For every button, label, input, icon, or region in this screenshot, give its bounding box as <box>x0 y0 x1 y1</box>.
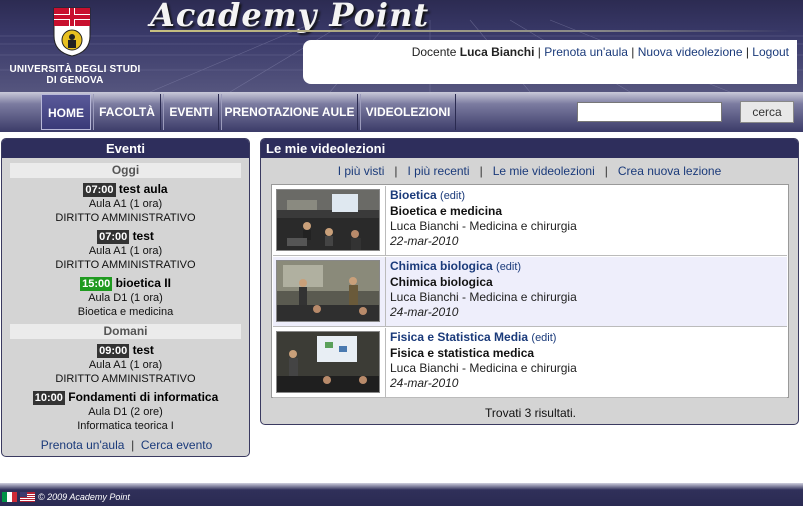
lesson-subject: Fisica e statistica medica <box>390 346 535 360</box>
event-room: Aula A1 (1 ora) <box>88 245 163 257</box>
event-course: Bioetica e medicina <box>77 306 174 318</box>
lesson-list: Bioetica (edit) Bioetica e medicina Luca… <box>271 184 789 398</box>
tab-faculty[interactable]: FACOLTÀ <box>93 94 161 130</box>
header: UNIVERSITÀ DEGLI STUDI DI GENOVA Academy… <box>0 0 803 92</box>
brand-logo[interactable]: Academy Point <box>150 0 429 34</box>
search-input[interactable] <box>577 102 722 122</box>
lesson-thumbnail[interactable] <box>276 260 380 322</box>
user-box: Docente Luca Bianchi | Prenota un'aula |… <box>303 40 797 84</box>
footer: © 2009 Academy Point <box>0 483 803 506</box>
edit-link[interactable]: (edit) <box>440 190 465 202</box>
lesson-date: 24-mar-2010 <box>390 305 459 319</box>
event-title[interactable]: test <box>133 343 154 357</box>
user-role: Docente <box>411 45 457 59</box>
lesson-info: Bioetica (edit) Bioetica e medicina Luca… <box>390 188 577 249</box>
lesson-row[interactable]: Fisica e Statistica Media (edit) Fisica … <box>273 328 787 398</box>
video-lessons-panel: Le mie videolezioni I più visti | I più … <box>260 138 799 425</box>
tab-room-booking[interactable]: PRENOTAZIONE AULE <box>221 94 358 130</box>
user-bar: Docente Luca Bianchi | Prenota un'aula |… <box>411 45 789 59</box>
event-item[interactable]: 10:00 Fondamenti di informatica Aula D1 … <box>2 390 249 433</box>
university-name: UNIVERSITÀ DEGLI STUDI DI GENOVA <box>9 64 141 86</box>
event-room: Aula A1 (1 ora) <box>88 359 163 371</box>
edit-link[interactable]: (edit) <box>496 261 521 273</box>
edit-link[interactable]: (edit) <box>531 332 556 344</box>
event-title[interactable]: bioetica II <box>116 276 171 290</box>
row-divider <box>385 257 386 327</box>
event-time-badge: 09:00 <box>97 344 130 358</box>
lesson-date: 24-mar-2010 <box>390 376 459 390</box>
event-item[interactable]: 07:00 test aula Aula A1 (1 ora) DIRITTO … <box>2 182 249 225</box>
event-course: DIRITTO AMMINISTRATIVO <box>55 259 196 271</box>
lesson-row[interactable]: Bioetica (edit) Bioetica e medicina Luca… <box>273 186 787 256</box>
brand-underline <box>150 30 790 32</box>
event-course: DIRITTO AMMINISTRATIVO <box>55 212 196 224</box>
create-lesson-link[interactable]: Crea nuova lezione <box>618 164 721 178</box>
lesson-title-link[interactable]: Fisica e Statistica Media <box>390 330 528 344</box>
event-title[interactable]: test aula <box>119 182 168 196</box>
lesson-info: Fisica e Statistica Media (edit) Fisica … <box>390 330 577 391</box>
event-item[interactable]: 09:00 test Aula A1 (1 ora) DIRITTO AMMIN… <box>2 343 249 386</box>
event-room: Aula A1 (1 ora) <box>88 198 163 210</box>
row-divider <box>385 328 386 398</box>
search-event-link[interactable]: Cerca evento <box>141 438 212 452</box>
filter-my-lessons[interactable]: Le mie videolezioni <box>493 164 595 178</box>
event-time-badge: 07:00 <box>97 230 130 244</box>
lesson-author: Luca Bianchi - Medicina e chirurgia <box>390 219 577 233</box>
copyright-text: © 2009 Academy Point <box>38 492 130 502</box>
lesson-info: Chimica biologica (edit) Chimica biologi… <box>390 259 577 320</box>
events-footer-links: Prenota un'aula | Cerca evento <box>40 438 213 452</box>
lesson-thumbnail[interactable] <box>276 331 380 393</box>
event-title[interactable]: test <box>133 229 154 243</box>
lesson-subject: Bioetica e medicina <box>390 204 503 218</box>
search-button[interactable]: cerca <box>740 101 794 123</box>
event-time-badge: 07:00 <box>83 183 116 197</box>
tab-video-lessons[interactable]: VIDEOLEZIONI <box>360 94 456 130</box>
us-flag-icon <box>20 492 35 502</box>
book-room-link-secondary[interactable]: Prenota un'aula <box>41 438 125 452</box>
lesson-author: Luca Bianchi - Medicina e chirurgia <box>390 361 577 375</box>
filter-most-viewed[interactable]: I più visti <box>338 164 385 178</box>
day-header-today: Oggi <box>10 163 241 178</box>
event-course: DIRITTO AMMINISTRATIVO <box>55 373 196 385</box>
filter-most-recent[interactable]: I più recenti <box>408 164 470 178</box>
events-panel: Eventi Oggi 07:00 test aula Aula A1 (1 o… <box>1 138 250 457</box>
university-crest-icon <box>53 7 91 57</box>
event-room: Aula D1 (2 ore) <box>88 406 163 418</box>
results-count: Trovati 3 risultati. <box>485 406 576 420</box>
tab-events[interactable]: EVENTI <box>163 94 219 130</box>
lesson-title-link[interactable]: Chimica biologica <box>390 259 493 273</box>
row-divider <box>385 186 386 256</box>
events-panel-title: Eventi <box>2 139 249 158</box>
italian-flag-icon <box>2 492 17 502</box>
lesson-filters: I più visti | I più recenti | Le mie vid… <box>337 164 722 178</box>
logout-link[interactable]: Logout <box>752 45 789 59</box>
lesson-author: Luca Bianchi - Medicina e chirurgia <box>390 290 577 304</box>
lesson-date: 22-mar-2010 <box>390 234 459 248</box>
event-title[interactable]: Fondamenti di informatica <box>68 390 218 404</box>
lesson-subject: Chimica biologica <box>390 275 493 289</box>
lesson-title-link[interactable]: Bioetica <box>390 188 437 202</box>
video-lessons-title: Le mie videolezioni <box>261 139 798 158</box>
event-course: Informatica teorica I <box>77 420 174 432</box>
language-flags <box>2 492 35 502</box>
lesson-thumbnail[interactable] <box>276 189 380 251</box>
new-video-lesson-link[interactable]: Nuova videolezione <box>638 45 743 59</box>
event-time-badge: 15:00 <box>80 277 113 291</box>
tab-home[interactable]: HOME <box>41 94 91 130</box>
lesson-row[interactable]: Chimica biologica (edit) Chimica biologi… <box>273 257 787 327</box>
event-room: Aula D1 (1 ora) <box>88 292 163 304</box>
day-header-tomorrow: Domani <box>10 324 241 339</box>
event-item[interactable]: 07:00 test Aula A1 (1 ora) DIRITTO AMMIN… <box>2 229 249 272</box>
user-name: Luca Bianchi <box>459 45 535 59</box>
event-item[interactable]: 15:00 bioetica II Aula D1 (1 ora) Bioeti… <box>2 276 249 319</box>
event-time-badge: 10:00 <box>32 391 65 405</box>
book-room-link[interactable]: Prenota un'aula <box>544 45 628 59</box>
